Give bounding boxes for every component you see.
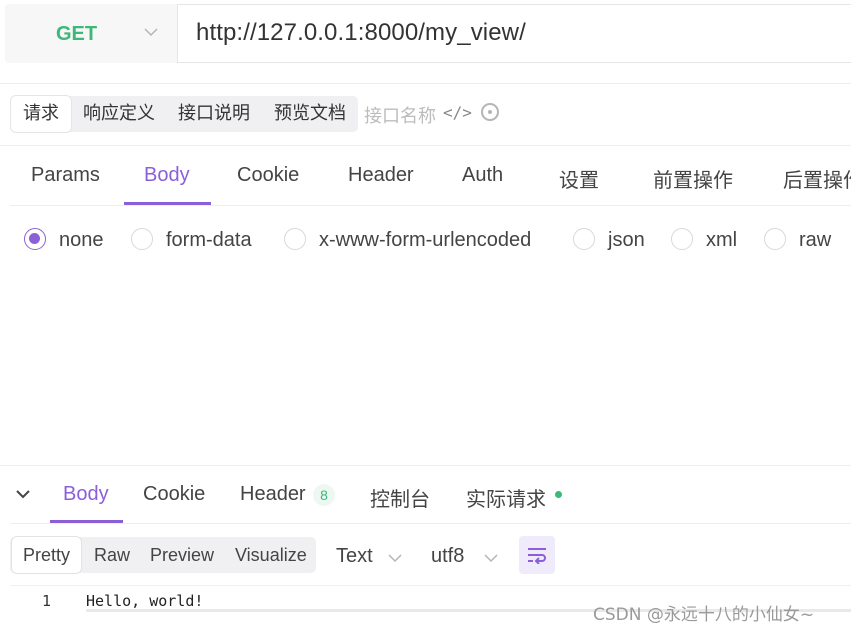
- divider: [0, 145, 851, 146]
- radio-raw[interactable]: [764, 228, 786, 250]
- radio-xml[interactable]: [671, 228, 693, 250]
- radio-label-xml[interactable]: xml: [706, 229, 737, 252]
- header-count-badge: 8: [313, 484, 335, 506]
- tab-cookie[interactable]: Cookie: [237, 164, 299, 187]
- status-dot: [555, 491, 562, 498]
- response-tab-actual-request[interactable]: 实际请求: [466, 483, 546, 512]
- format-select[interactable]: Text: [336, 545, 373, 568]
- chevron-down-icon[interactable]: [144, 26, 158, 41]
- tab-settings[interactable]: 设置: [559, 164, 599, 193]
- response-tab-header[interactable]: Header: [240, 483, 306, 506]
- radio-label-raw[interactable]: raw: [799, 229, 831, 252]
- response-body-text: Hello, world!: [86, 592, 204, 610]
- view-mode-pretty[interactable]: Pretty: [12, 537, 82, 573]
- doc-tab-api-description[interactable]: 接口说明: [178, 96, 250, 132]
- response-tab-console[interactable]: 控制台: [370, 483, 430, 512]
- doc-tab-preview-document[interactable]: 预览文档: [274, 96, 346, 132]
- url-input[interactable]: http://127.0.0.1:8000/my_view/: [196, 19, 526, 47]
- divider: [0, 465, 851, 466]
- line-number: 1: [42, 592, 52, 610]
- tab-pre-processors[interactable]: 前置操作: [653, 164, 733, 193]
- radio-label-x-www-form-urlencoded[interactable]: x-www-form-urlencoded: [319, 229, 531, 252]
- wrap-lines-button[interactable]: [519, 536, 555, 574]
- view-mode-raw[interactable]: Raw: [94, 537, 130, 573]
- response-tab-body[interactable]: Body: [63, 483, 109, 506]
- chevron-down-icon[interactable]: [388, 548, 402, 567]
- radio-x-www-form-urlencoded[interactable]: [284, 228, 306, 250]
- tab-auth[interactable]: Auth: [462, 164, 503, 187]
- api-name-input[interactable]: 接口名称: [364, 102, 436, 128]
- tag-icon[interactable]: [481, 103, 499, 121]
- radio-label-form-data[interactable]: form-data: [166, 229, 252, 252]
- radio-none[interactable]: [24, 228, 46, 250]
- response-tab-cookie[interactable]: Cookie: [143, 483, 205, 506]
- radio-label-none[interactable]: none: [59, 229, 104, 252]
- tab-body[interactable]: Body: [144, 164, 190, 187]
- wrap-lines-icon: [528, 548, 546, 564]
- watermark: CSDN @永远十八的小仙女~: [593, 605, 815, 625]
- divider: [10, 523, 851, 524]
- view-mode-preview[interactable]: Preview: [150, 537, 214, 573]
- collapse-chevron-icon[interactable]: [16, 484, 30, 503]
- encoding-select[interactable]: utf8: [431, 545, 464, 568]
- tab-header[interactable]: Header: [348, 164, 414, 187]
- code-icon[interactable]: </>: [443, 103, 472, 122]
- view-mode-visualize[interactable]: Visualize: [235, 537, 307, 573]
- radio-json[interactable]: [573, 228, 595, 250]
- tab-params[interactable]: Params: [31, 164, 100, 187]
- method-label: GET: [56, 23, 98, 45]
- divider: [10, 205, 851, 206]
- doc-tab-request[interactable]: 请求: [11, 96, 71, 132]
- doc-tab-response-definition[interactable]: 响应定义: [83, 96, 155, 132]
- chevron-down-icon[interactable]: [484, 548, 498, 567]
- radio-form-data[interactable]: [131, 228, 153, 250]
- divider: [0, 83, 851, 84]
- tab-post-processors[interactable]: 后置操作: [783, 164, 851, 193]
- radio-label-json[interactable]: json: [608, 229, 645, 252]
